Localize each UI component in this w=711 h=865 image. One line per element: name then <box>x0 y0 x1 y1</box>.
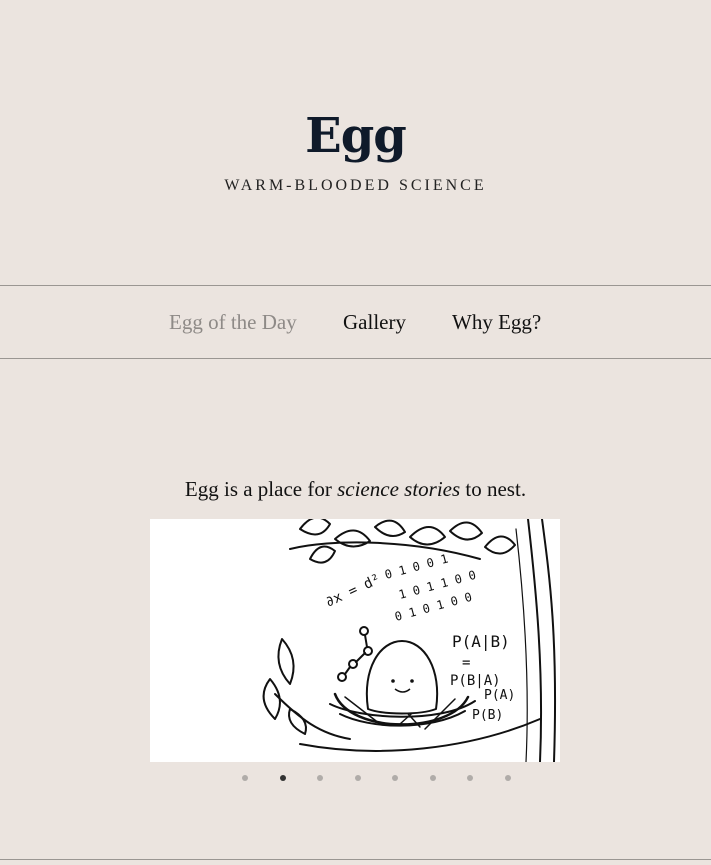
formula-b: P(B) <box>472 708 503 723</box>
formula-top: P(A|B) <box>452 632 510 651</box>
formula-a: P(A) <box>484 688 515 703</box>
nav-egg-of-the-day[interactable]: Egg of the Day <box>169 310 297 335</box>
intro-before: Egg is a place for <box>184 477 338 501</box>
tree-trunk <box>541 519 557 762</box>
formula-bottom: P(B|A) <box>450 673 501 689</box>
carousel-dot[interactable] <box>317 775 323 781</box>
footer-divider <box>0 859 711 860</box>
math-scribble: ∂x = d² <box>323 571 383 610</box>
carousel-dot-active[interactable] <box>280 775 286 781</box>
egg-nest-illustration: ∂x = d² 0 1 0 0 1 1 0 1 1 0 0 0 1 0 1 0 … <box>262 519 557 762</box>
carousel-dots <box>0 775 711 787</box>
site-header: Egg WARM-BLOODED SCIENCE <box>0 0 711 286</box>
canopy-leaves <box>299 519 331 536</box>
carousel-dot[interactable] <box>392 775 398 781</box>
formula-eq: = <box>462 655 470 671</box>
carousel-slide[interactable]: ∂x = d² 0 1 0 0 1 1 0 1 1 0 0 0 1 0 1 0 … <box>150 519 560 762</box>
site-tagline: WARM-BLOODED SCIENCE <box>224 177 487 194</box>
carousel-dot[interactable] <box>355 775 361 781</box>
intro-emphasis: science stories <box>337 477 461 501</box>
intro-text: Egg is a place for science stories to ne… <box>0 477 711 502</box>
carousel-dot[interactable] <box>430 775 436 781</box>
main-nav: Egg of the Day Gallery Why Egg? <box>0 285 711 359</box>
nav-why-egg[interactable]: Why Egg? <box>452 310 541 335</box>
egg-eye-left <box>391 679 395 683</box>
intro-after: to nest. <box>460 477 527 501</box>
egg <box>365 640 439 715</box>
carousel-dot[interactable] <box>505 775 511 781</box>
site-title[interactable]: Egg <box>0 108 711 164</box>
carousel-dot[interactable] <box>467 775 473 781</box>
carousel-dot[interactable] <box>242 775 248 781</box>
egg-eye-right <box>410 679 414 683</box>
nav-gallery[interactable]: Gallery <box>343 310 406 335</box>
left-leaves <box>277 638 295 685</box>
